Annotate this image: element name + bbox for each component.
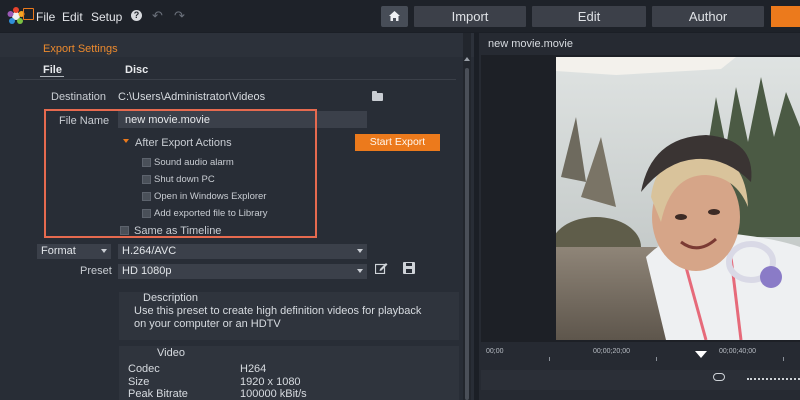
format-value-dropdown[interactable]: H.264/AVC [118, 244, 367, 259]
timeline-tick [549, 357, 550, 361]
same-as-timeline-label: Same as Timeline [134, 225, 222, 237]
spec-bitrate-label: Peak Bitrate [128, 388, 188, 400]
home-button[interactable] [381, 6, 408, 27]
loop-icon[interactable] [713, 373, 725, 381]
preset-label: Preset [80, 265, 112, 277]
checkbox-sound-alarm[interactable] [142, 158, 151, 167]
file-name-label: File Name [59, 115, 110, 127]
description-title: Description [143, 292, 199, 304]
panel-title: Export Settings [43, 43, 118, 55]
timeline-tick-label: 00;00;40;00 [719, 348, 756, 355]
subtab-file[interactable]: File [43, 64, 62, 76]
caret-down-icon[interactable] [123, 139, 129, 143]
description-text: Use this preset to create high definitio… [134, 305, 422, 330]
after-export-actions-toggle[interactable]: After Export Actions [135, 137, 232, 149]
format-label: Format [41, 245, 76, 257]
subtab-file-underline [40, 76, 64, 77]
export-settings-icon [23, 8, 34, 20]
menu-setup[interactable]: Setup [91, 10, 122, 24]
help-icon[interactable]: ? [131, 10, 142, 21]
format-value: H.264/AVC [122, 245, 177, 257]
edit-icon[interactable] [375, 262, 388, 274]
redo-icon[interactable]: ↷ [174, 8, 185, 24]
subtab-disc[interactable]: Disc [125, 64, 148, 76]
scrollbar-thumb[interactable] [465, 68, 469, 400]
menu-file[interactable]: File [36, 10, 55, 24]
file-name-input[interactable] [118, 111, 367, 128]
timeline-tick-label: 00;00;20;00 [593, 348, 630, 355]
transport-bar [481, 370, 800, 390]
spec-bitrate-value: 100000 kBit/s [240, 388, 307, 400]
scroll-up-icon[interactable] [464, 57, 470, 61]
tab-edit[interactable]: Edit [532, 6, 646, 27]
tab-author[interactable]: Author [652, 6, 764, 27]
chevron-down-icon [357, 249, 363, 253]
timeline-tick [656, 357, 657, 361]
preset-value: HD 1080p [122, 265, 172, 277]
home-icon [389, 11, 400, 21]
spec-size-value: 1920 x 1080 [240, 376, 301, 388]
checkbox-same-as-timeline[interactable] [120, 226, 129, 235]
spec-codec-label: Codec [128, 363, 160, 375]
undo-icon[interactable]: ↶ [152, 8, 163, 24]
format-dropdown[interactable]: Format [37, 244, 111, 259]
timeline-tick [783, 357, 784, 361]
preset-dropdown[interactable]: HD 1080p [118, 264, 367, 279]
menu-edit[interactable]: Edit [62, 10, 83, 24]
video-frame-image [556, 57, 800, 340]
subtab-divider [16, 79, 456, 80]
spec-codec-value: H264 [240, 363, 267, 375]
spec-size-label: Size [128, 376, 150, 388]
destination-label: Destination [51, 91, 107, 103]
checkbox-add-library-label: Add exported file to Library [154, 208, 268, 219]
video-title: Video [157, 347, 185, 359]
checkbox-sound-alarm-label: Sound audio alarm [154, 157, 234, 168]
tab-export-accent[interactable] [771, 6, 800, 27]
checkbox-open-explorer-label: Open in Windows Explorer [154, 191, 267, 202]
checkbox-open-explorer[interactable] [142, 192, 151, 201]
video-preview[interactable] [481, 55, 800, 342]
checkbox-shut-down[interactable] [142, 175, 151, 184]
playhead-marker[interactable] [695, 351, 707, 358]
start-export-button[interactable]: Start Export [355, 134, 440, 151]
timeline-tick-label: 00;00 [486, 348, 504, 355]
preview-title: new movie.movie [488, 38, 573, 50]
checkbox-add-library[interactable] [142, 209, 151, 218]
destination-path: C:\Users\Administrator\Videos [118, 91, 266, 103]
tab-import[interactable]: Import [414, 6, 526, 27]
jog-scrubber[interactable] [747, 378, 800, 380]
top-bar: File Edit Setup ? ↶ ↷ Import Edit Author [0, 0, 800, 32]
save-icon[interactable] [403, 262, 415, 274]
folder-icon[interactable] [372, 91, 383, 101]
chevron-down-icon [101, 249, 107, 253]
chevron-down-icon [357, 269, 363, 273]
checkbox-shut-down-label: Shut down PC [154, 174, 215, 185]
